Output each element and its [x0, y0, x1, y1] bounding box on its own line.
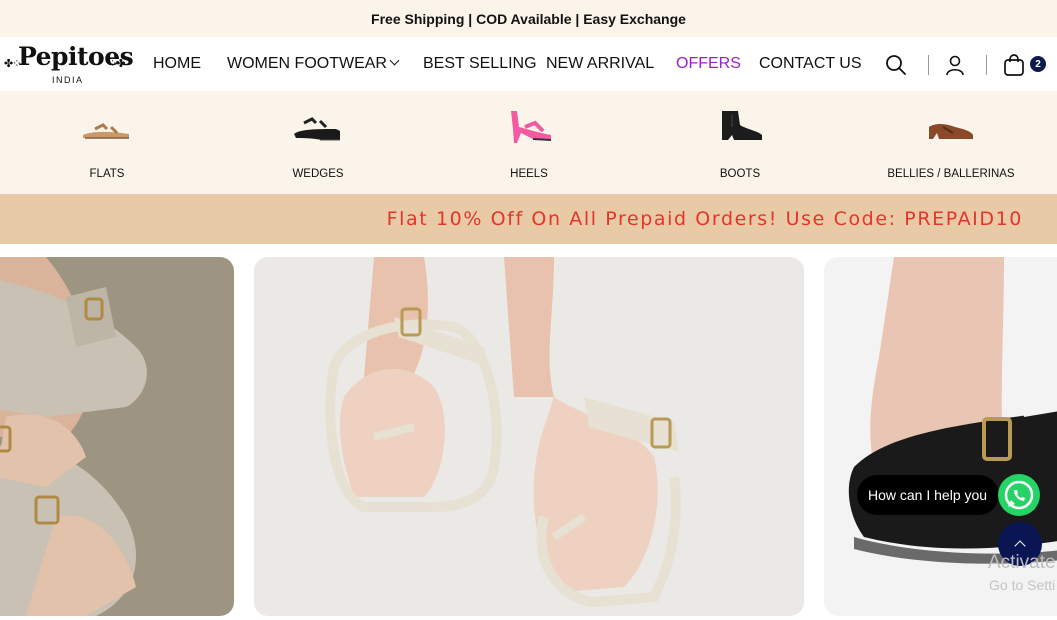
nav-home[interactable]: HOME	[153, 55, 201, 73]
flats-image	[83, 123, 129, 139]
boots-image	[722, 111, 762, 140]
nav-offers[interactable]: OFFERS	[676, 55, 741, 73]
category-strip: FLATS WEDGES HEELS BOOTS BELLIES / BALLE…	[0, 91, 1057, 194]
site-header: ✤⁘ Pepitoes ⁘✤ INDIA HOME WOMEN FOOTWEAR…	[0, 37, 1057, 91]
announcement-text: Free Shipping | COD Available | Easy Exc…	[371, 10, 686, 27]
logo[interactable]: ✤⁘ Pepitoes ⁘✤ INDIA	[4, 42, 134, 88]
category-flats[interactable]: FLATS	[17, 91, 197, 194]
whatsapp-icon[interactable]	[998, 474, 1040, 516]
search-icon[interactable]	[885, 54, 907, 81]
header-divider	[928, 55, 929, 75]
user-icon[interactable]	[944, 54, 966, 81]
product-image	[0, 257, 234, 616]
promo-text: Flat 10% Off On All Prepaid Orders! Use …	[386, 208, 1023, 230]
nav-new-arrival[interactable]: NEW ARRIVAL	[546, 55, 654, 73]
category-label: HEELS	[510, 168, 548, 180]
category-bellies-ballerinas[interactable]: BELLIES / BALLERINAS	[861, 91, 1041, 194]
heels-image	[511, 111, 552, 143]
nav-women-footwear-label: WOMEN FOOTWEAR	[227, 55, 387, 72]
bag-icon[interactable]	[1003, 53, 1025, 82]
product-card-2[interactable]	[254, 257, 804, 616]
chat-help-button[interactable]: How can I help you	[857, 475, 999, 515]
category-label: WEDGES	[292, 168, 344, 180]
nav-contact-us[interactable]: CONTACT US	[759, 55, 862, 73]
os-watermark-line2: Go to Setti	[989, 577, 1056, 593]
product-image	[254, 257, 804, 616]
category-boots[interactable]: BOOTS	[650, 91, 830, 194]
header-divider	[986, 55, 987, 75]
announcement-bar: Free Shipping | COD Available | Easy Exc…	[0, 0, 1057, 37]
category-label: BELLIES / BALLERINAS	[887, 168, 1015, 180]
category-label: FLATS	[89, 168, 125, 180]
product-card-1[interactable]	[0, 257, 234, 616]
logo-sub: INDIA	[52, 75, 84, 85]
category-wedges[interactable]: WEDGES	[228, 91, 408, 194]
nav-best-selling[interactable]: BEST SELLING	[423, 55, 537, 73]
chevron-down-icon	[389, 55, 400, 66]
bellies-image	[929, 124, 973, 139]
promo-banner: Flat 10% Off On All Prepaid Orders! Use …	[0, 194, 1057, 244]
category-heels[interactable]: HEELS	[439, 91, 619, 194]
wedges-image	[294, 117, 340, 141]
cart-count-badge: 2	[1030, 56, 1046, 72]
os-watermark-line1: Activate	[988, 552, 1056, 573]
logo-ornament-right: ⁘✤	[108, 58, 125, 70]
chat-label: How can I help you	[868, 487, 988, 503]
category-label: BOOTS	[719, 168, 761, 180]
nav-women-footwear[interactable]: WOMEN FOOTWEAR	[227, 55, 400, 73]
